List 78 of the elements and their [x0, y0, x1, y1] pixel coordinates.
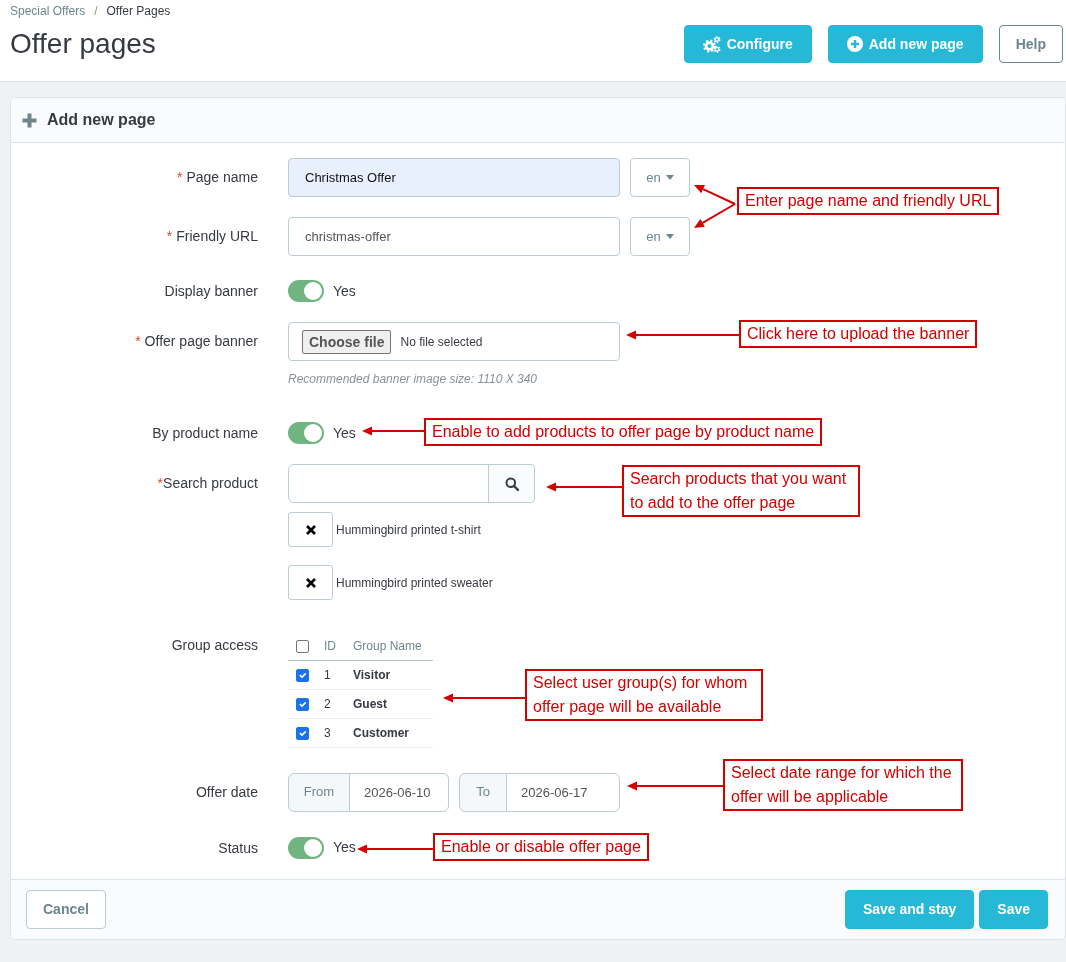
add-page-button[interactable]: Add new page — [827, 25, 983, 63]
annotation-arrow — [362, 426, 425, 436]
required-mark: * — [166, 228, 173, 244]
select-all-checkbox[interactable] — [296, 640, 309, 654]
page-title: Offer pages — [10, 27, 157, 61]
table-cell: Guest — [345, 689, 433, 718]
file-field[interactable]: Choose file No file selected — [288, 322, 620, 361]
switch-state-label: Yes — [333, 281, 356, 301]
product-name: Hummingbird printed sweater — [336, 574, 493, 592]
field-label: By product name — [152, 425, 258, 441]
text-field[interactable]: Christmas Offer — [288, 158, 620, 197]
row-checkbox[interactable] — [296, 668, 309, 682]
annotation-arrow — [694, 203, 736, 228]
field-label: Search product — [163, 475, 258, 491]
date-field[interactable]: 2026-06-17 — [506, 772, 620, 812]
date-prefix: To — [459, 772, 507, 812]
table-cell: 3 — [318, 718, 345, 747]
remove-icon — [305, 524, 316, 535]
plus-circle-icon — [846, 36, 863, 52]
column-header: Group Name — [345, 632, 433, 660]
configure-button[interactable]: Configure — [683, 25, 812, 63]
toggle-switch[interactable] — [288, 836, 324, 859]
annotation-callout: Select user group(s) for whom offer page will be available — [525, 669, 763, 721]
gears-icon — [702, 35, 721, 53]
save-and-stay-button[interactable]: Save and stay — [844, 889, 975, 929]
annotation-callout: Enable to add products to offer page by product name — [424, 418, 823, 446]
remove-icon — [305, 577, 316, 588]
choose-file-button[interactable]: Choose file — [302, 329, 392, 354]
breadcrumb-separator: / — [94, 4, 98, 19]
row-checkbox[interactable] — [296, 697, 309, 711]
required-mark: * — [157, 475, 164, 491]
table-cell: 1 — [318, 660, 345, 689]
language-button[interactable]: en — [630, 217, 690, 256]
breadcrumb-link[interactable]: Special Offers — [10, 4, 86, 19]
required-mark: * — [135, 333, 141, 349]
table-cell: Customer — [345, 718, 433, 747]
annotation-callout: Enter page name and friendly URL — [737, 187, 1000, 215]
required-mark: * — [176, 169, 183, 185]
annotation-callout: Select date range for which the offer will be applicable — [723, 759, 963, 811]
annotation-callout: Search products that you want to add to the offer page — [622, 465, 860, 517]
text-field[interactable]: christmas-offer — [288, 217, 620, 256]
cancel-button[interactable]: Cancel — [26, 889, 106, 929]
field-label: Page name — [186, 169, 258, 185]
remove-button[interactable] — [288, 512, 333, 547]
caret-icon — [665, 175, 674, 180]
annotation-arrow — [694, 185, 736, 205]
panel-title: Add new page — [47, 110, 156, 130]
date-field[interactable]: 2026-06-10 — [349, 772, 449, 812]
search-field[interactable] — [288, 464, 489, 503]
annotation-callout: Enable or disable offer page — [433, 833, 649, 861]
field-label: Display banner — [164, 283, 258, 299]
table-cell: 2 — [318, 689, 345, 718]
toggle-switch[interactable] — [288, 422, 324, 444]
help-text: Recommended banner image size: 1110 X 340 — [288, 371, 539, 387]
switch-state-label: Yes — [333, 838, 356, 857]
annotation-callout: Click here to upload the banner — [739, 320, 978, 348]
product-name: Hummingbird printed t-shirt — [336, 521, 481, 539]
field-label: Offer date — [196, 783, 258, 800]
caret-icon — [665, 234, 674, 239]
switch-state-label: Yes — [333, 423, 356, 443]
row-checkbox[interactable] — [296, 726, 309, 740]
help-button[interactable]: Help — [998, 25, 1063, 63]
field-label: Friendly URL — [176, 228, 258, 244]
language-button[interactable]: en — [630, 158, 690, 197]
toggle-switch[interactable] — [288, 280, 324, 302]
field-label: Group access — [171, 637, 258, 653]
search-button[interactable] — [488, 464, 535, 503]
file-status-text: No file selected — [400, 333, 483, 351]
column-header: ID — [318, 632, 345, 660]
date-prefix: From — [288, 772, 350, 812]
plus-icon — [22, 112, 37, 128]
breadcrumb-current: Offer Pages — [106, 4, 171, 19]
field-label: Status — [218, 839, 258, 856]
save-button[interactable]: Save — [979, 889, 1048, 929]
table-cell: Visitor — [345, 660, 433, 689]
remove-button[interactable] — [288, 565, 333, 600]
search-icon — [504, 476, 519, 491]
field-label: Offer page banner — [144, 333, 258, 349]
